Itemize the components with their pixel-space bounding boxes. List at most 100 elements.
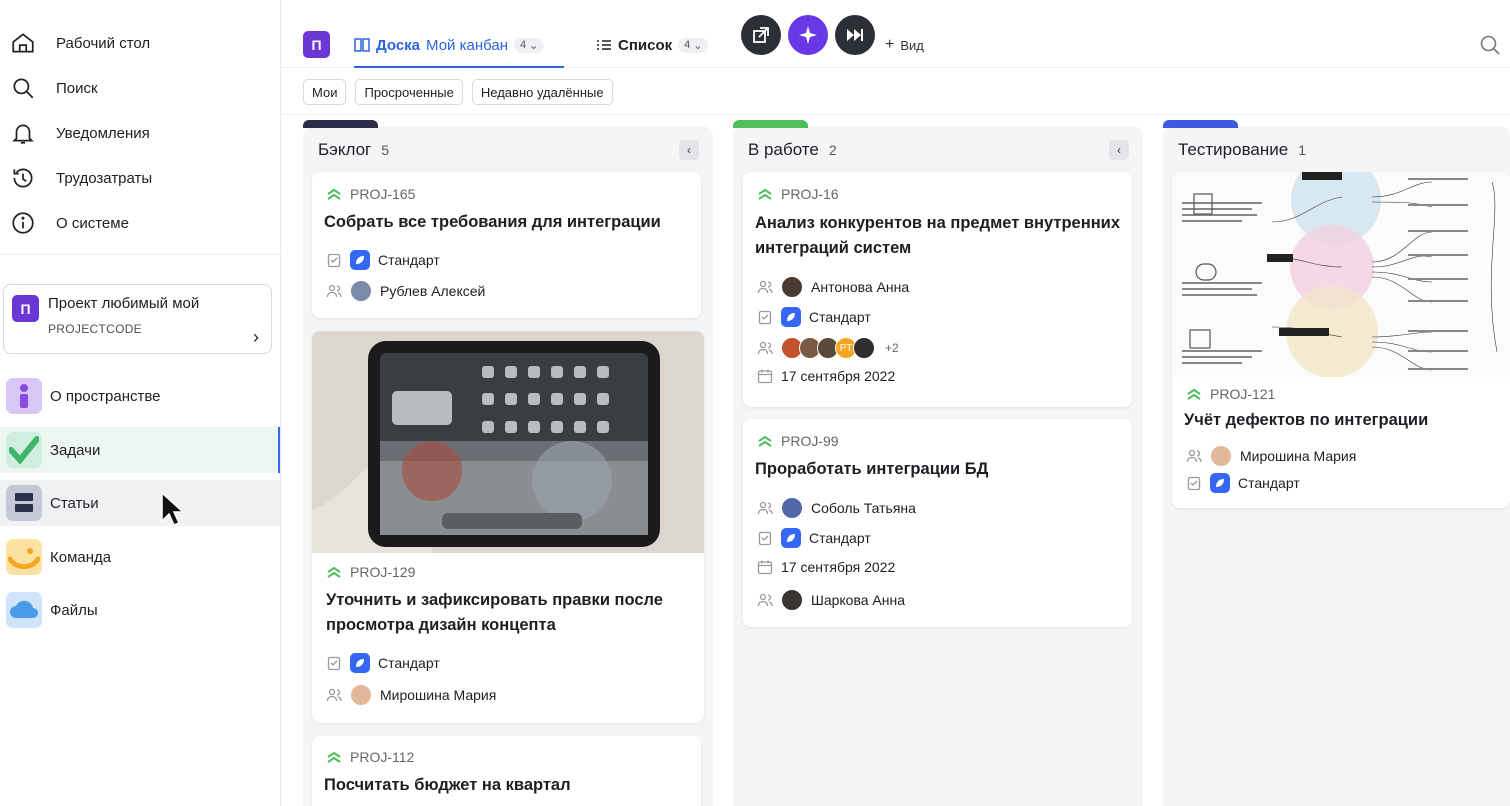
leaf-icon: [350, 653, 370, 673]
task-assignee: Антонова Анна: [757, 276, 909, 298]
column-header: В работе 2: [748, 140, 837, 160]
collapse-column-button[interactable]: ‹: [1109, 140, 1129, 160]
task-code: PROJ-99: [781, 433, 839, 449]
task-code-row: PROJ-129: [326, 564, 415, 580]
chevron-down-icon: ⌄: [529, 39, 539, 52]
avatar: [781, 497, 803, 519]
filter-overdue[interactable]: Просроченные: [355, 79, 463, 105]
space-item-tasks[interactable]: Задачи: [0, 427, 280, 473]
task-card[interactable]: PROJ-112 Посчитать бюджет на квартал: [312, 736, 701, 806]
nav-label: Трудозатраты: [56, 169, 153, 187]
task-type: Стандарт: [1186, 473, 1300, 493]
collapse-column-button[interactable]: ‹: [679, 140, 699, 160]
reviewer-name: Шаркова Анна: [811, 592, 906, 608]
task-code-row: PROJ-112: [326, 749, 414, 765]
column-testing: Тестирование 1 PROJ-121 Учёт дефектов по…: [1163, 120, 1510, 806]
tab-prefix: Доска: [376, 36, 421, 54]
clipboard-icon: [758, 310, 772, 325]
space-item-about[interactable]: О пространстве: [0, 373, 280, 419]
nav-item-search[interactable]: Поиск: [10, 73, 98, 103]
view-count: 4 ⌄: [513, 37, 545, 53]
card-cover-image: [1172, 172, 1510, 377]
task-card[interactable]: PROJ-165 Собрать все требования для инте…: [312, 172, 701, 318]
ai-assistant-button[interactable]: [788, 15, 828, 55]
task-watchers: PT +2: [757, 337, 899, 359]
users-icon: [757, 593, 773, 607]
plus-icon: +: [885, 36, 895, 53]
calendar-icon: [757, 369, 773, 384]
column-backlog: Бэклог 5 ‹ PROJ-165 Собрать все требован…: [303, 120, 713, 806]
filter-recently-deleted[interactable]: Недавно удалённые: [471, 79, 613, 105]
history-icon: [13, 168, 33, 188]
task-code: PROJ-129: [350, 564, 416, 580]
priority-high-icon: [758, 188, 772, 200]
task-card[interactable]: PROJ-129 Уточнить и зафиксировать правки…: [312, 331, 704, 723]
task-type-label: Стандарт: [1238, 475, 1300, 491]
list-icon: [597, 40, 611, 50]
task-card[interactable]: PROJ-99 Проработать интеграции БД Соболь…: [743, 419, 1132, 627]
project-name: Проект любимый мой: [48, 295, 200, 312]
project-avatar[interactable]: П: [303, 31, 330, 58]
users-icon: [757, 280, 773, 294]
task-type-label: Стандарт: [809, 309, 871, 325]
space-item-articles[interactable]: Статьи: [0, 480, 280, 526]
project-switcher[interactable]: П Проект любимый мой PROJECTCODE ›: [3, 284, 272, 354]
nav-item-about[interactable]: О системе: [10, 208, 129, 238]
space-item-team[interactable]: Команда: [0, 534, 280, 580]
tab-board[interactable]: Доска Мой канбан 4 ⌄: [354, 33, 545, 57]
avatar: [781, 589, 803, 611]
nav-item-desktop[interactable]: Рабочий стол: [10, 28, 150, 58]
filter-mine[interactable]: Мои: [303, 79, 347, 105]
column-header: Тестирование 1: [1178, 140, 1306, 160]
due-date: 17 сентября 2022: [781, 559, 896, 575]
tab-list[interactable]: Список 4 ⌄: [596, 33, 709, 57]
task-card[interactable]: PROJ-121 Учёт дефектов по интеграции Мир…: [1172, 172, 1510, 508]
task-title: Уточнить и зафиксировать правки после пр…: [326, 591, 663, 634]
nav-label: Уведомления: [56, 124, 150, 142]
cloud-icon: [6, 592, 42, 628]
space-label: Задачи: [50, 441, 101, 459]
nav-item-notifications[interactable]: Уведомления: [10, 118, 150, 148]
tab-active-indicator: [354, 66, 564, 68]
assignee-name: Мирошина Мария: [1240, 448, 1357, 464]
assignee-name: Соболь Татьяна: [811, 500, 916, 516]
space-label: Файлы: [50, 601, 98, 619]
task-type: Стандарт: [757, 528, 871, 548]
priority-high-icon: [327, 751, 341, 763]
info-space-icon: [6, 378, 42, 414]
space-item-files[interactable]: Файлы: [0, 587, 280, 633]
leaf-icon: [350, 250, 370, 270]
bell-icon: [12, 124, 34, 144]
task-code: PROJ-16: [781, 186, 839, 202]
users-icon: [326, 284, 342, 298]
users-icon: [757, 501, 773, 515]
tab-label: Мой канбан: [426, 36, 508, 54]
space-label: Статьи: [50, 494, 99, 512]
nav-item-timesheets[interactable]: Трудозатраты: [10, 163, 152, 193]
task-assignee: Мирошина Мария: [1186, 445, 1356, 467]
task-type: Стандарт: [326, 250, 440, 270]
avatar: [350, 280, 372, 302]
check-icon: [6, 432, 42, 468]
task-title: Учёт дефектов по интеграции: [1184, 411, 1429, 429]
avatar: [853, 337, 875, 359]
column-in-progress: В работе 2 ‹ PROJ-16 Анализ конкурентов …: [733, 120, 1143, 806]
skip-forward-button[interactable]: [835, 15, 875, 55]
due-date: 17 сентября 2022: [781, 368, 896, 384]
clipboard-icon: [758, 531, 772, 546]
column-title: Бэклог: [318, 140, 372, 159]
search-icon[interactable]: [1478, 33, 1502, 57]
users-icon: [1186, 449, 1202, 463]
avatar: [350, 684, 372, 706]
project-code: PROJECTCODE: [48, 322, 142, 336]
view-toolbar: П Доска Мой канбан 4 ⌄ Список 4 ⌄ + Вид: [282, 0, 1510, 68]
task-type-label: Стандарт: [809, 530, 871, 546]
open-external-button[interactable]: [741, 15, 781, 55]
space-label: Команда: [50, 548, 112, 566]
board-icon: [354, 38, 370, 52]
priority-high-icon: [758, 435, 772, 447]
task-title: Собрать все требования для интеграции: [324, 213, 661, 231]
task-card[interactable]: PROJ-16 Анализ конкурентов на предмет вн…: [743, 172, 1132, 407]
add-view-button[interactable]: + Вид: [885, 36, 924, 54]
chevron-right-icon: ›: [253, 327, 259, 347]
